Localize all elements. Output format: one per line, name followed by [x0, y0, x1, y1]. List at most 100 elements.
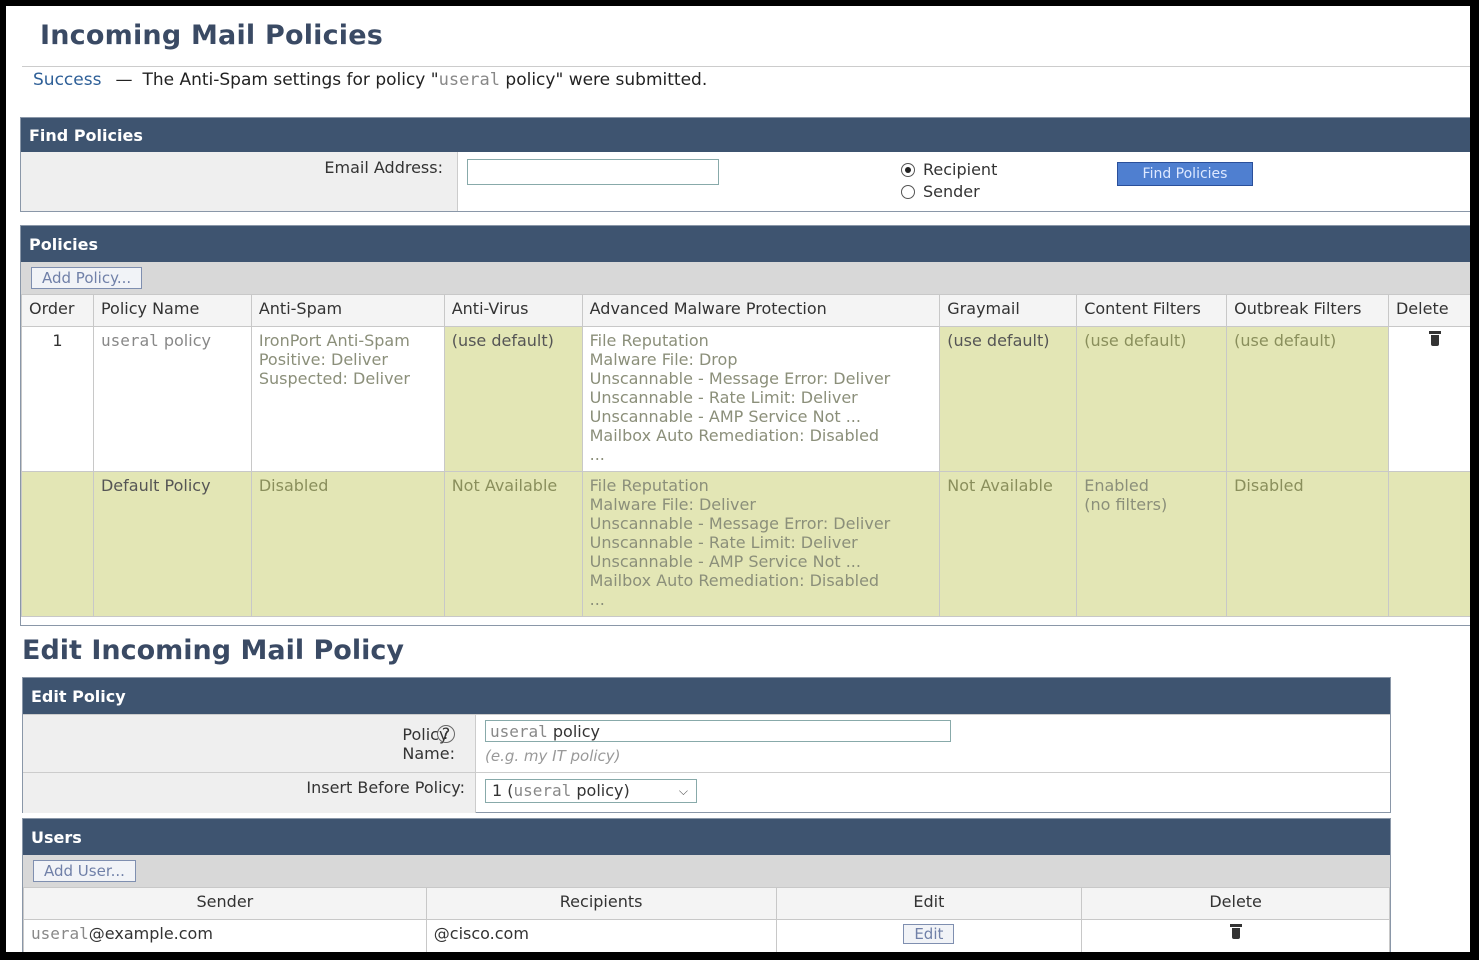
col-graymail: Graymail: [939, 294, 1078, 327]
amp-line[interactable]: Malware File: Drop: [590, 350, 933, 369]
edit-user-button[interactable]: Edit: [903, 924, 955, 944]
policies-header: Policies: [21, 226, 1470, 262]
insert-before-label: Insert Before Policy:: [306, 778, 465, 797]
policy-name-input[interactable]: useral policy: [485, 720, 951, 742]
table-row: 1 useral policy IronPort Anti-Spam Posit…: [21, 326, 1470, 472]
radio-sender[interactable]: Sender: [901, 182, 980, 201]
policy-name-input-user[interactable]: useral: [490, 722, 548, 741]
row-delete[interactable]: [1387, 326, 1470, 472]
amp-line[interactable]: Unscannable - Rate Limit: Deliver: [590, 388, 933, 407]
anti-spam-line[interactable]: IronPort Anti-Spam: [259, 331, 437, 350]
col-amp: Advanced Malware Protection: [581, 294, 941, 327]
amp-line[interactable]: Unscannable - Message Error: Deliver: [590, 369, 933, 388]
anti-spam-line[interactable]: Suspected: Deliver: [259, 369, 437, 388]
help-icon[interactable]: ?: [437, 725, 455, 743]
email-address-label: Email Address:: [324, 158, 443, 177]
user-sender-domain: @example.com: [88, 924, 213, 943]
user-recipients: @cisco.com: [425, 919, 777, 952]
insert-before-post[interactable]: policy): [571, 781, 629, 800]
col-order: Order: [21, 294, 94, 327]
users-header-row: Sender Recipients Edit Delete: [23, 887, 1390, 920]
row-outbreak-filters-link[interactable]: (use default): [1226, 326, 1389, 472]
policies-header-row: Order Policy Name Anti-Spam Anti-Virus A…: [21, 294, 1470, 327]
add-user-button[interactable]: Add User...: [33, 860, 136, 882]
insert-before-pre[interactable]: 1 (: [492, 781, 514, 800]
users-header: Users: [23, 819, 1390, 855]
row-order: [21, 471, 94, 617]
radio-sender-dot[interactable]: [901, 184, 915, 199]
find-policies-section: Find Policies Email Address: Recipient S…: [20, 117, 1470, 212]
radio-recipient[interactable]: Recipient: [901, 160, 997, 179]
title-divider: [22, 66, 1470, 67]
col-anti-virus: Anti-Virus: [443, 294, 583, 327]
find-policies-header: Find Policies: [21, 118, 1470, 152]
col-outbreak-filters: Outbreak Filters: [1226, 294, 1389, 327]
row-content-filters-link[interactable]: (use default): [1076, 326, 1228, 472]
users-section: Users Add User... Sender Recipients Edit…: [22, 818, 1391, 952]
success-dash: —: [115, 70, 133, 90]
amp-line[interactable]: File Reputation: [590, 476, 933, 495]
table-row: Default Policy Disabled Not Available Fi…: [21, 471, 1470, 617]
policy-name-row: Policy Name:? useral policy (e.g. my IT …: [23, 714, 1390, 773]
content-filters-line[interactable]: (no filters): [1084, 495, 1219, 514]
radio-recipient-dot[interactable]: [901, 162, 915, 177]
amp-line[interactable]: File Reputation: [590, 331, 933, 350]
user-sender-user: useral: [31, 924, 89, 943]
policy-name-rest[interactable]: policy: [159, 331, 211, 350]
row-anti-spam-link[interactable]: IronPort Anti-Spam Positive: Deliver Sus…: [250, 326, 445, 472]
content-filters-line[interactable]: Enabled: [1084, 476, 1219, 495]
anti-spam-line[interactable]: Positive: Deliver: [259, 350, 437, 369]
col-content-filters: Content Filters: [1076, 294, 1228, 327]
amp-line[interactable]: Mailbox Auto Remediation: Disabled: [590, 426, 933, 445]
col-recipients: Recipients: [425, 887, 777, 920]
row-content-filters-link[interactable]: Enabled (no filters): [1076, 471, 1228, 617]
policy-name-hint: (e.g. my IT policy): [485, 747, 621, 765]
add-policy-button[interactable]: Add Policy...: [31, 267, 143, 289]
trash-icon[interactable]: [1428, 331, 1442, 347]
row-anti-virus-link[interactable]: (use default): [443, 326, 583, 472]
policies-toolbar: Add Policy...: [21, 262, 1470, 294]
row-anti-virus: Not Available: [443, 471, 583, 617]
amp-line[interactable]: Mailbox Auto Remediation: Disabled: [590, 571, 933, 590]
success-text-post: policy" were submitted.: [500, 70, 708, 90]
policy-name-input-rest[interactable]: policy: [548, 722, 600, 741]
trash-icon[interactable]: [1229, 924, 1243, 940]
insert-before-select[interactable]: 1 (useral policy) ⌵: [485, 779, 697, 803]
amp-line[interactable]: Unscannable - AMP Service Not ...: [590, 552, 933, 571]
edit-policy-section: Edit Policy Policy Name:? useral policy …: [22, 677, 1391, 813]
row-anti-spam-link[interactable]: Disabled: [250, 471, 445, 617]
insert-before-row: Insert Before Policy: 1 (useral policy) ⌵: [23, 772, 1390, 813]
amp-line[interactable]: ...: [590, 445, 933, 464]
table-row: useral@example.com @cisco.com Edit: [23, 919, 1390, 952]
amp-line[interactable]: Malware File: Deliver: [590, 495, 933, 514]
chevron-down-icon[interactable]: ⌵: [679, 780, 688, 802]
radio-sender-label: Sender: [923, 182, 980, 201]
policy-name-user[interactable]: useral: [101, 331, 159, 350]
edit-policy-title: Edit Incoming Mail Policy: [22, 635, 404, 666]
users-table: Sender Recipients Edit Delete useral@exa…: [23, 887, 1390, 952]
row-amp-link[interactable]: File Reputation Malware File: Drop Unsca…: [581, 326, 941, 472]
user-sender: useral@example.com: [23, 919, 427, 952]
page-frame: Incoming Mail Policies Success — The Anti-…: [6, 6, 1470, 952]
success-message: Success — The Anti-Spam settings for polic…: [33, 70, 707, 90]
col-policy-name: Policy Name: [92, 294, 252, 327]
user-delete[interactable]: [1081, 919, 1390, 952]
amp-line[interactable]: Unscannable - Message Error: Deliver: [590, 514, 933, 533]
row-outbreak-filters-link[interactable]: Disabled: [1226, 471, 1389, 617]
email-address-input[interactable]: [467, 159, 719, 185]
success-text-pre: The Anti-Spam settings for policy ": [142, 70, 439, 90]
amp-line[interactable]: Unscannable - AMP Service Not ...: [590, 407, 933, 426]
amp-line[interactable]: Unscannable - Rate Limit: Deliver: [590, 533, 933, 552]
row-delete-empty: [1387, 471, 1470, 617]
success-policy-user: useral: [438, 70, 501, 90]
amp-line[interactable]: ...: [590, 590, 933, 609]
row-graymail-link[interactable]: (use default): [939, 326, 1078, 472]
page-title: Incoming Mail Policies: [40, 20, 384, 51]
row-policy-name-link[interactable]: useral policy: [92, 326, 252, 472]
radio-recipient-label: Recipient: [923, 160, 998, 179]
col-delete: Delete: [1387, 294, 1470, 327]
row-amp-link[interactable]: File Reputation Malware File: Deliver Un…: [581, 471, 941, 617]
row-policy-name-link[interactable]: Default Policy: [92, 471, 252, 617]
insert-before-user[interactable]: useral: [514, 781, 572, 800]
find-policies-button[interactable]: Find Policies: [1117, 162, 1253, 186]
